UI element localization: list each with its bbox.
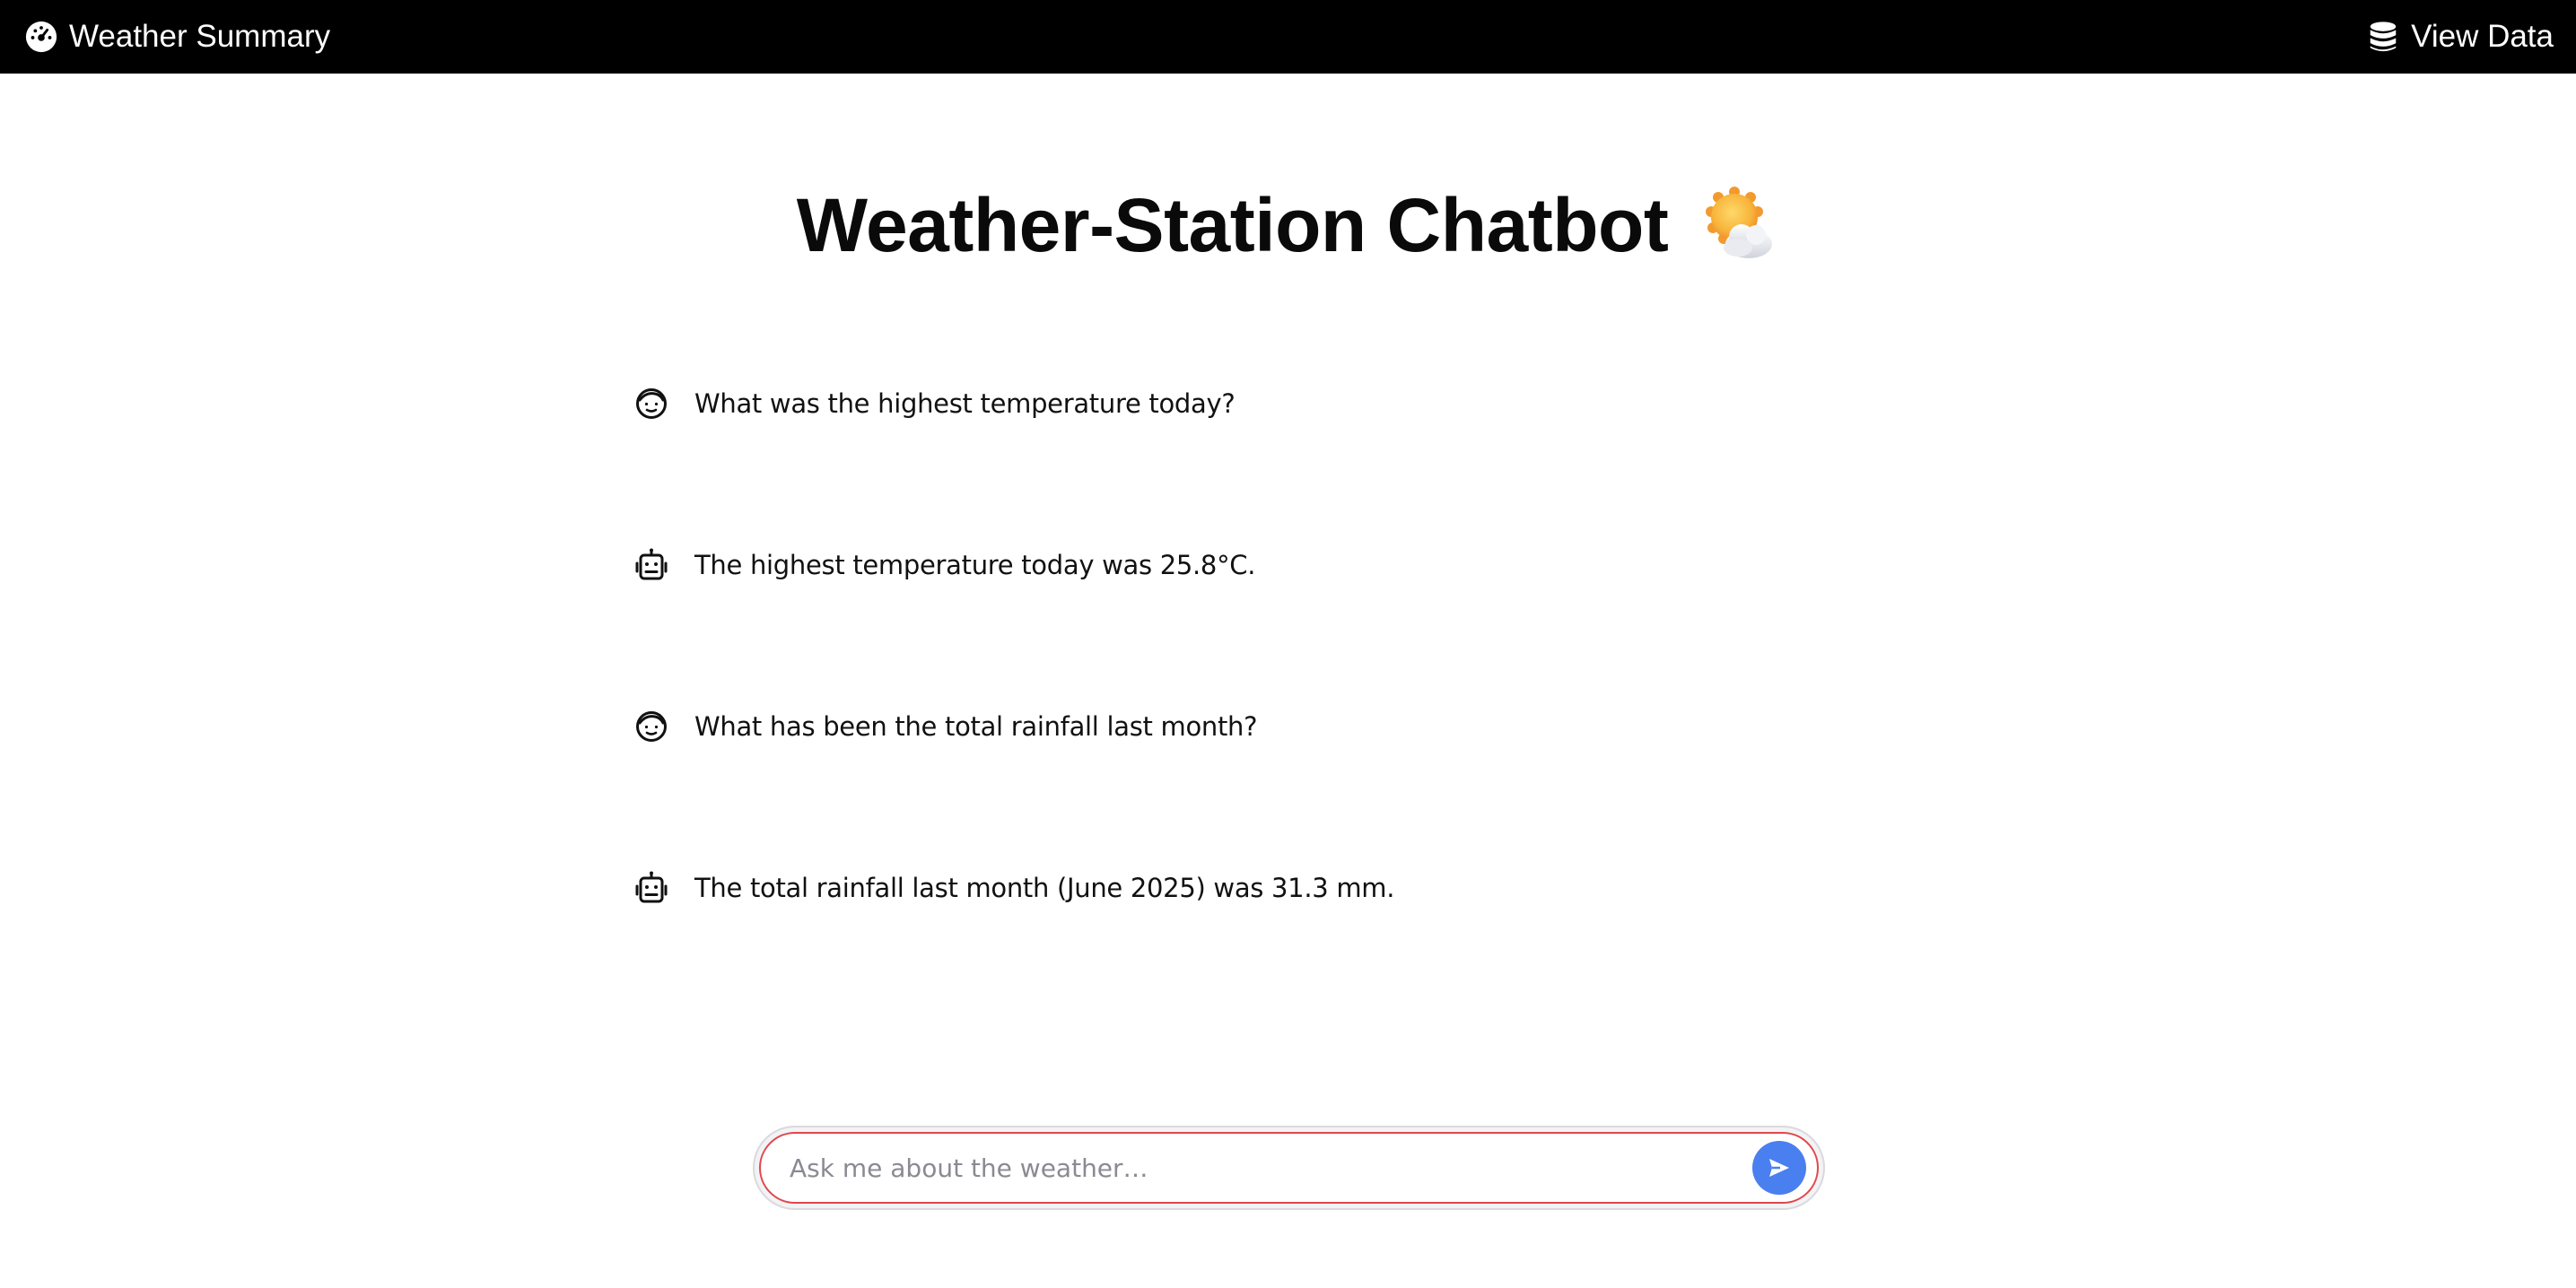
chat-input-container [753, 1126, 1825, 1210]
robot-icon [633, 547, 669, 583]
weather-summary-link[interactable]: Weather Summary [24, 0, 330, 74]
chat-message-user: What has been the total rainfall last mo… [633, 700, 1800, 753]
message-text: The total rainfall last month (June 2025… [694, 873, 1395, 903]
title-row: Weather-Station Chatbot [0, 176, 2576, 274]
top-navbar: Weather Summary View Data [0, 0, 2576, 74]
sun-behind-cloud-icon [1698, 185, 1779, 265]
chat-input[interactable] [788, 1134, 1721, 1202]
view-data-link[interactable]: View Data [2366, 0, 2554, 74]
robot-icon [633, 870, 669, 906]
send-button[interactable] [1752, 1141, 1806, 1195]
database-icon [2366, 20, 2400, 54]
chat-input-box [759, 1132, 1819, 1204]
view-data-label: View Data [2411, 19, 2554, 54]
send-icon [1769, 1159, 1789, 1177]
gauge-icon [24, 20, 58, 54]
message-text: The highest temperature today was 25.8°C… [694, 550, 1256, 580]
message-text: What has been the total rainfall last mo… [694, 711, 1258, 742]
chat-message-assistant: The highest temperature today was 25.8°C… [633, 538, 1800, 592]
weather-summary-label: Weather Summary [69, 19, 331, 54]
chat-message-assistant: The total rainfall last month (June 2025… [633, 861, 1800, 915]
message-text: What was the highest temperature today? [694, 388, 1236, 419]
user-face-icon [633, 709, 669, 744]
user-face-icon [633, 386, 669, 422]
chat-message-user: What was the highest temperature today? [633, 377, 1800, 431]
page-title: Weather-Station Chatbot [796, 183, 1669, 267]
